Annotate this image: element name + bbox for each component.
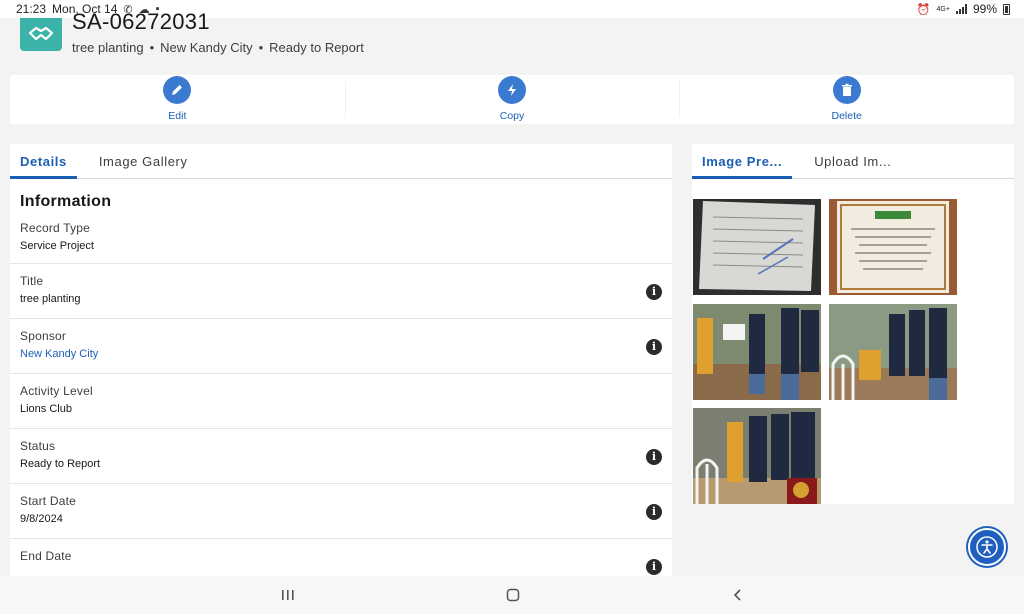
field-record-type: Record Type Service Project (10, 217, 672, 264)
accessibility-button[interactable] (968, 528, 1006, 566)
info-icon[interactable]: i (646, 504, 662, 520)
section-title: Information (20, 193, 112, 210)
subtitle-title: tree planting (72, 40, 144, 55)
record-type-icon (20, 18, 62, 51)
tab-details[interactable]: Details (10, 144, 77, 179)
image-thumbnail[interactable] (693, 199, 821, 295)
field-start-date: Start Date 9/8/2024 i (10, 484, 672, 539)
field-status: Status Ready to Report i (10, 429, 672, 484)
info-icon[interactable]: i (646, 339, 662, 355)
back-button[interactable] (728, 586, 748, 604)
field-value: Service Project (20, 240, 94, 252)
image-tabs: Image Pre... Upload Im... (692, 144, 1014, 179)
edit-label: Edit (168, 110, 187, 122)
field-value: Ready to Report (20, 458, 101, 470)
field-title: Title tree planting i (10, 264, 672, 319)
field-value: 9/8/2024 (20, 513, 63, 525)
info-icon[interactable]: i (646, 449, 662, 465)
field-label: Title (20, 274, 44, 288)
alarm-icon: ⏰ (916, 3, 931, 16)
detail-tabs: Details Image Gallery (10, 144, 672, 179)
field-label: Status (20, 439, 56, 453)
image-thumbnail[interactable] (693, 408, 821, 504)
subtitle-status: Ready to Report (269, 40, 364, 55)
image-thumbnail[interactable] (693, 304, 821, 400)
subtitle-sponsor: New Kandy City (160, 40, 253, 55)
recent-apps-icon (282, 590, 294, 600)
info-icon[interactable]: i (646, 284, 662, 300)
info-icon[interactable]: i (646, 559, 662, 575)
image-thumbnail[interactable] (829, 199, 957, 295)
pencil-icon (163, 76, 192, 104)
tab-image-preview[interactable]: Image Pre... (692, 144, 793, 179)
record-title: SA-06272031 (72, 9, 210, 34)
battery-icon (1003, 3, 1010, 15)
handshake-icon (28, 26, 54, 41)
record-header: SA-06272031 tree planting • New Kandy Ci… (0, 9, 1024, 68)
lightning-icon (498, 76, 526, 104)
back-icon (733, 589, 741, 601)
navigation-bar (0, 576, 1024, 614)
field-value: tree planting (20, 293, 81, 305)
details-card: Details Image Gallery Information Record… (10, 144, 672, 576)
copy-label: Copy (499, 110, 525, 122)
signal-icon (955, 4, 967, 14)
subtitle-separator: • (149, 40, 155, 55)
sponsor-link[interactable]: New Kandy City (20, 348, 662, 360)
field-label: Record Type (20, 221, 91, 235)
trash-icon (832, 76, 861, 104)
field-value: Lions Club (20, 403, 72, 415)
field-label: Sponsor (20, 329, 67, 343)
record-subtitle: tree planting • New Kandy City • Ready t… (72, 40, 364, 55)
field-label: Start Date (20, 494, 77, 508)
field-sponsor: Sponsor New Kandy City i (10, 319, 672, 374)
network-type: 4G+ (936, 5, 950, 13)
field-end-date: End Date i (10, 539, 672, 576)
clock: 21:23 (16, 2, 47, 16)
home-icon (506, 588, 520, 602)
image-thumbnail[interactable] (829, 304, 957, 400)
field-label: Activity Level (20, 384, 93, 398)
battery-percent: 99% (972, 2, 997, 16)
copy-button[interactable]: Copy (344, 75, 680, 124)
delete-button[interactable]: Delete (679, 75, 1014, 124)
subtitle-separator: • (258, 40, 264, 55)
image-preview-card: Image Pre... Upload Im... (692, 144, 1014, 504)
edit-button[interactable]: Edit (10, 75, 345, 124)
delete-label: Delete (831, 110, 862, 122)
field-activity-level: Activity Level Lions Club (10, 374, 672, 429)
tab-upload-image[interactable]: Upload Im... (804, 144, 901, 179)
tab-image-gallery[interactable]: Image Gallery (89, 144, 198, 179)
action-bar: Edit Copy Delete (10, 75, 1014, 124)
field-label: End Date (20, 549, 72, 563)
accessibility-icon (976, 536, 998, 558)
home-button[interactable] (503, 586, 523, 604)
recent-apps-button[interactable] (278, 586, 298, 604)
